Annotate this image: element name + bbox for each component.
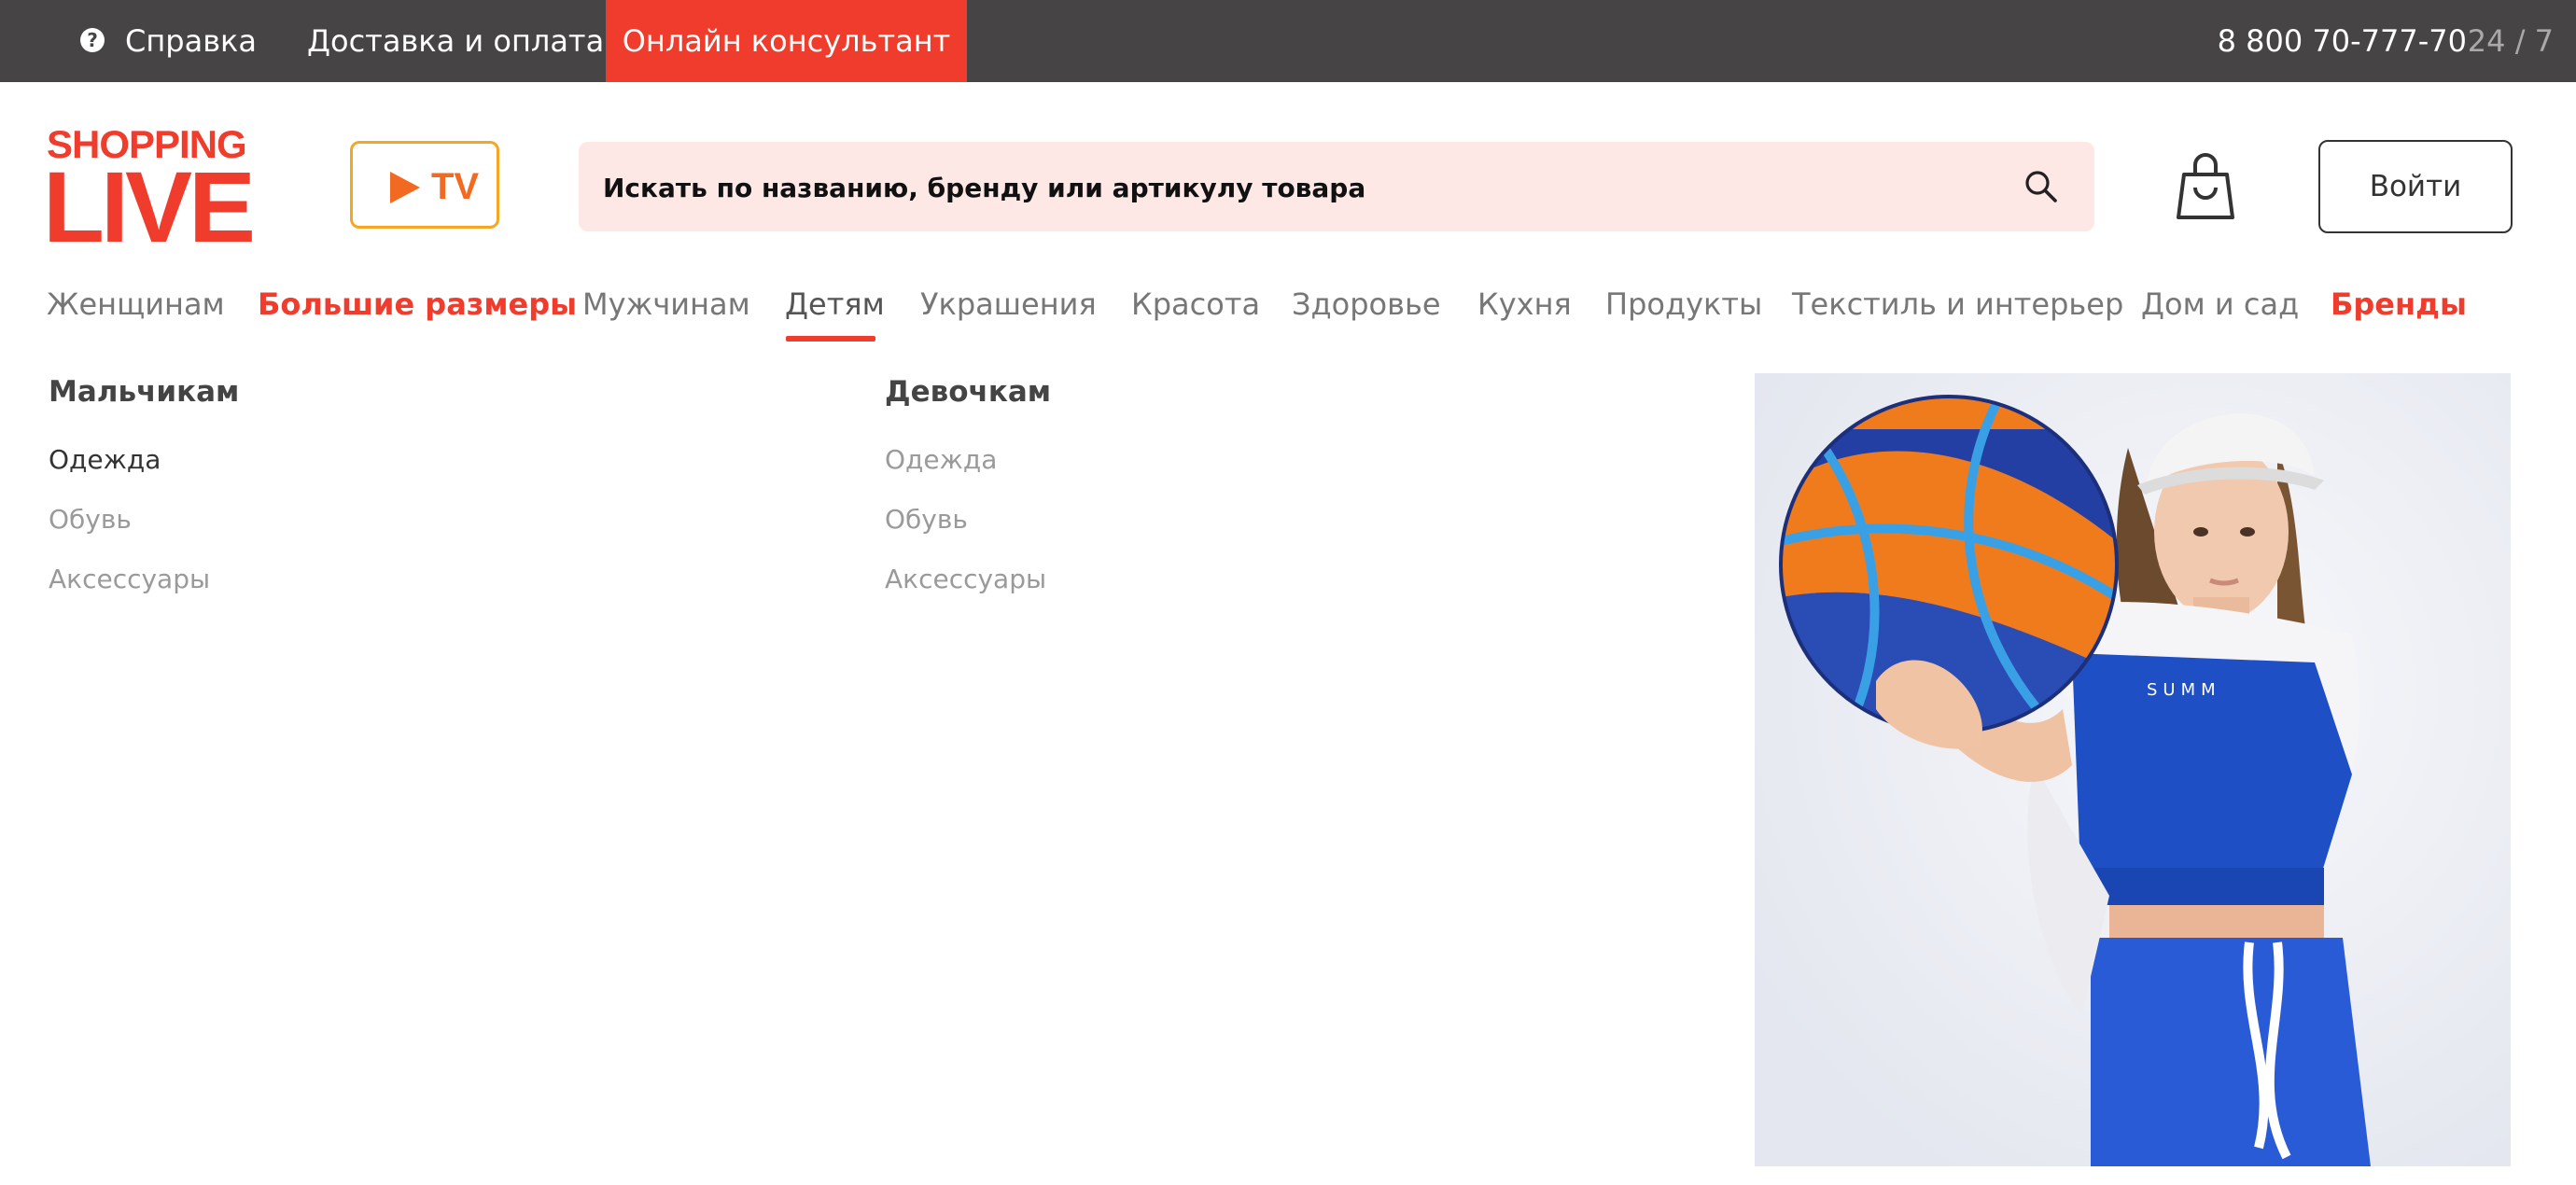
logo-text-bottom: LIVE: [43, 150, 256, 263]
shopping-live-logo[interactable]: SHOPPING LIVE: [43, 123, 280, 258]
phone-number[interactable]: 8 800 70-777-70: [2218, 0, 2467, 82]
nav-item-kids[interactable]: Детям: [785, 276, 885, 332]
tv-button[interactable]: TV: [350, 141, 499, 229]
login-button[interactable]: Войти: [2318, 140, 2513, 233]
promo-image-girl-with-basketball[interactable]: SUMM: [1755, 373, 2511, 1166]
search-bar: [579, 142, 2094, 233]
nav-item-beauty[interactable]: Красота: [1131, 276, 1260, 332]
girls-clothing-link[interactable]: Одежда: [885, 444, 997, 475]
nav-item-health[interactable]: Здоровье: [1292, 276, 1441, 332]
online-consultant-button[interactable]: Онлайн консультант: [606, 0, 967, 82]
nav-item-home-garden[interactable]: Дом и сад: [2141, 276, 2299, 332]
nav-item-plus-size[interactable]: Большие размеры: [258, 276, 577, 332]
help-label: Справка: [125, 23, 257, 59]
boys-accessories-link[interactable]: Аксессуары: [49, 564, 210, 594]
search-icon[interactable]: [2023, 169, 2059, 204]
help-link[interactable]: ? Справка: [80, 0, 257, 82]
tv-label: TV: [431, 166, 480, 207]
nav-item-men[interactable]: Мужчинам: [582, 276, 750, 332]
girls-shoes-link[interactable]: Обувь: [885, 504, 968, 535]
category-girls[interactable]: Девочкам: [885, 375, 1051, 409]
nav-item-brands[interactable]: Бренды: [2331, 276, 2467, 332]
question-circle-icon: ?: [80, 28, 105, 52]
top-bar: ? Справка Доставка и оплата Онлайн консул…: [0, 0, 2576, 82]
category-boys[interactable]: Мальчикам: [49, 375, 239, 409]
promo-illustration: SUMM: [1755, 373, 2511, 1166]
hours-label: 24 / 7: [2467, 23, 2554, 59]
nav-item-jewelry[interactable]: Украшения: [920, 276, 1097, 332]
search-input[interactable]: [601, 142, 1986, 233]
svg-text:SUMM: SUMM: [2147, 680, 2221, 700]
active-tab-indicator: [786, 336, 875, 342]
nav-item-kitchen[interactable]: Кухня: [1477, 276, 1572, 332]
delivery-link[interactable]: Доставка и оплата: [307, 0, 604, 82]
shopping-bag-icon[interactable]: [2175, 152, 2236, 221]
play-icon: [390, 172, 420, 203]
nav-item-food[interactable]: Продукты: [1605, 276, 1762, 332]
boys-clothing-link[interactable]: Одежда: [49, 444, 161, 475]
girls-accessories-link[interactable]: Аксессуары: [885, 564, 1046, 594]
nav-item-women[interactable]: Женщинам: [47, 276, 225, 332]
main-nav: Женщинам Большие размеры Мужчинам Детям …: [0, 276, 2576, 342]
nav-item-textile[interactable]: Текстиль и интерьер: [1792, 276, 2123, 332]
boys-shoes-link[interactable]: Обувь: [49, 504, 132, 535]
